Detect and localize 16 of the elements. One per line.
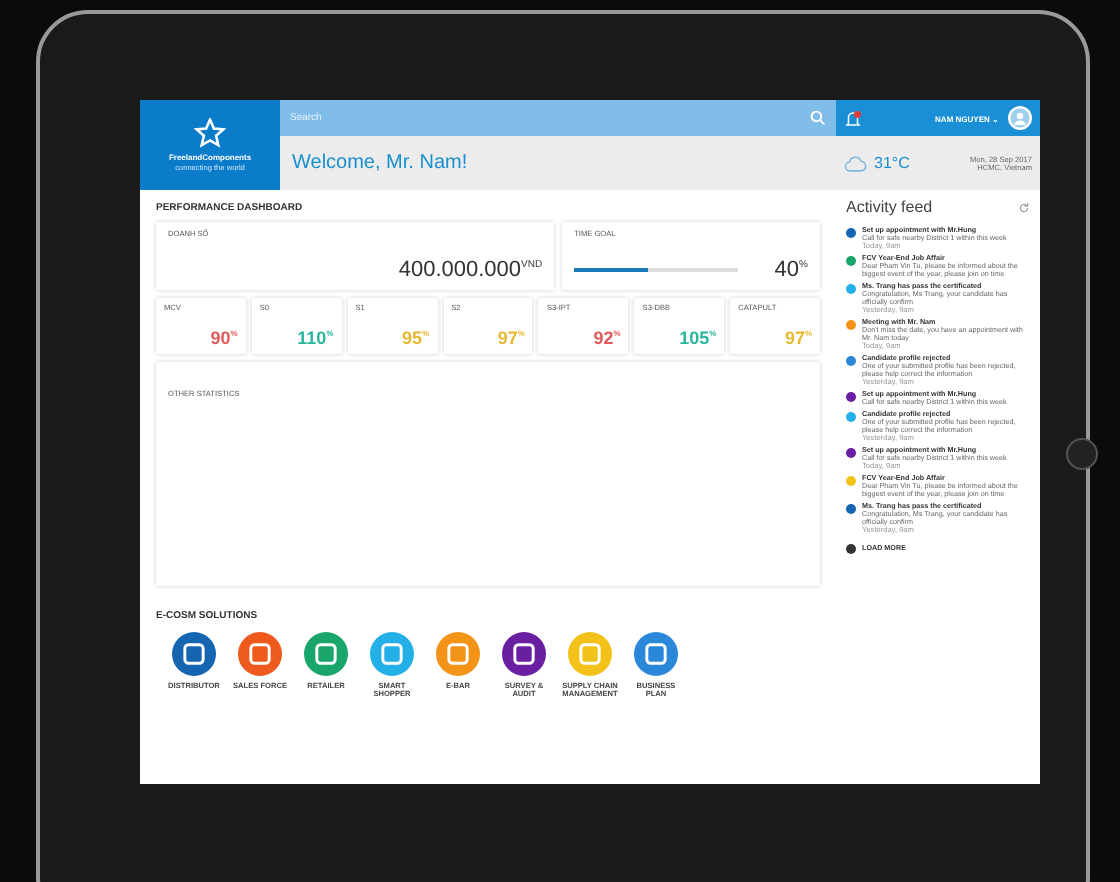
star-icon	[194, 118, 226, 150]
home-button[interactable]	[1066, 438, 1098, 470]
app-circle-icon[interactable]	[634, 632, 678, 676]
more-dot-icon	[846, 544, 856, 554]
search-icon[interactable]	[810, 110, 826, 126]
bell-icon[interactable]	[844, 109, 862, 127]
refresh-icon[interactable]	[1018, 201, 1030, 213]
time-goal-value: 40$^{%}$	[774, 258, 808, 282]
cloud-icon	[844, 155, 868, 171]
avatar-icon[interactable]	[1008, 106, 1032, 130]
feed-title: Activity feed	[846, 198, 933, 216]
welcome-heading: Welcome, Mr. Nam!	[280, 136, 836, 190]
app-circle-icon[interactable]	[172, 632, 216, 676]
revenue-value: 400.000.000$^{VND}$	[396, 258, 543, 282]
app-circle-icon[interactable]	[502, 632, 546, 676]
temperature: 31°C	[874, 154, 910, 172]
